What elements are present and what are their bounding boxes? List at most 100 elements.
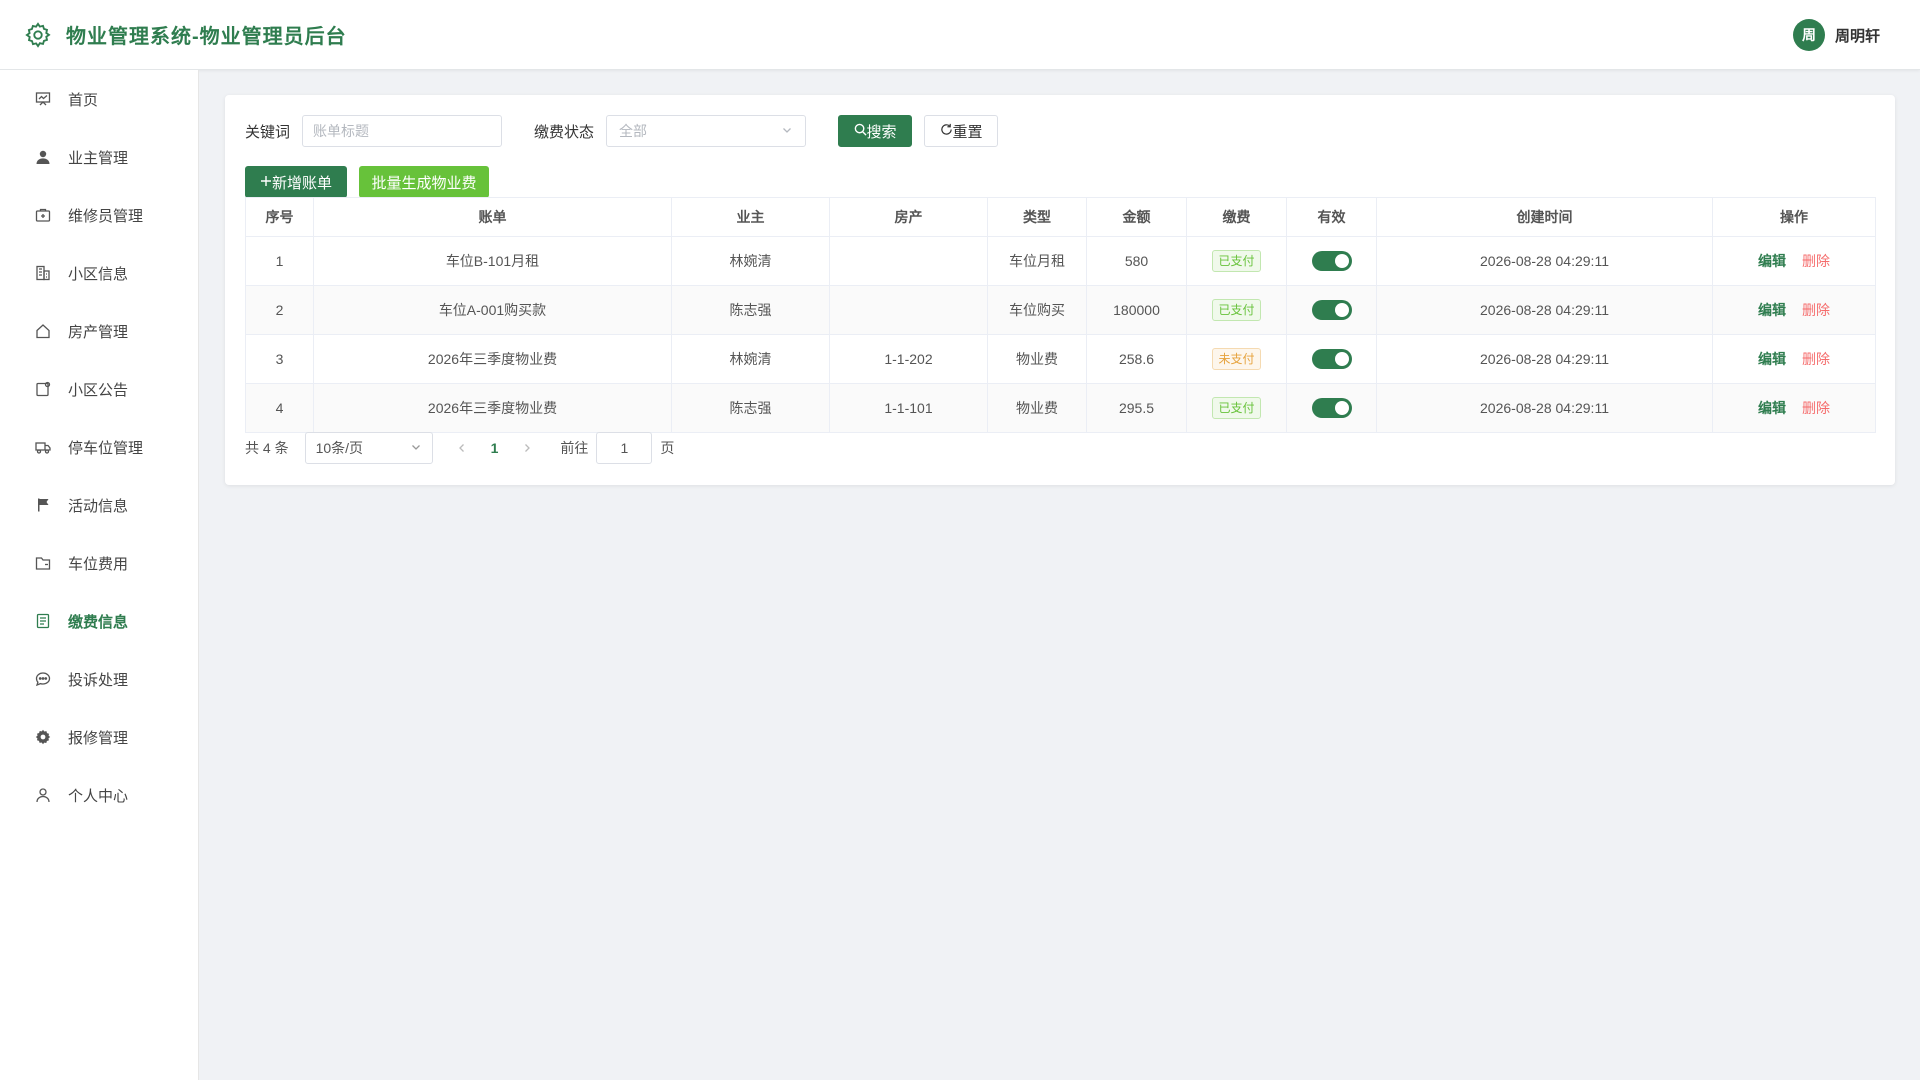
gear-icon <box>24 21 52 49</box>
truck-icon <box>34 438 52 456</box>
status-select[interactable]: 全部 <box>606 115 807 147</box>
edit-button[interactable]: 编辑 <box>1758 302 1786 318</box>
chat-icon <box>34 670 52 688</box>
delete-button[interactable]: 删除 <box>1802 302 1830 318</box>
sidebar-item-home[interactable]: 首页 <box>0 70 198 128</box>
cell-operation: 编辑 删除 <box>1712 383 1876 433</box>
cell-property: 1-1-202 <box>829 334 988 384</box>
page-number-current[interactable]: 1 <box>491 440 499 456</box>
sidebar-item-owners[interactable]: 业主管理 <box>0 128 198 186</box>
cell-type: 物业费 <box>987 334 1087 384</box>
page-size-select[interactable]: 10条/页 <box>304 432 433 464</box>
cell-amount: 258.6 <box>1086 334 1187 384</box>
batch-generate-button[interactable]: 批量生成物业费 <box>359 166 489 198</box>
sidebar-item-label: 首页 <box>68 91 99 109</box>
payment-list-card: 关键词 缴费状态 全部 搜索 重置 新增账单 批 <box>225 95 1895 485</box>
sidebar-item-label: 车位费用 <box>68 555 129 573</box>
valid-toggle[interactable] <box>1311 398 1352 418</box>
cell-operation: 编辑 删除 <box>1712 236 1876 286</box>
table-row: 4 2026年三季度物业费 陈志强 1-1-101 物业费 295.5 已支付 … <box>245 383 1876 433</box>
cell-index: 4 <box>245 383 314 433</box>
sidebar-item-label: 报修管理 <box>68 729 129 747</box>
cell-created: 2026-08-28 04:29:11 <box>1376 285 1713 335</box>
sidebar-item-parking[interactable]: 停车位管理 <box>0 418 198 476</box>
chevron-down-icon <box>410 440 422 456</box>
user-menu[interactable]: 周 周明轩 <box>1792 19 1880 51</box>
cell-bill: 车位A-001购买款 <box>313 285 672 335</box>
gear-icon <box>34 728 52 746</box>
sidebar-item-label: 投诉处理 <box>68 671 129 689</box>
bill-table: 序号 账单 业主 房产 类型 金额 缴费 有效 创建时间 操作 1 车位B-10… <box>245 197 1876 433</box>
status-badge: 已支付 <box>1212 397 1261 419</box>
delete-button[interactable]: 删除 <box>1802 253 1830 269</box>
folder-icon <box>34 554 52 572</box>
flag-icon <box>34 496 52 514</box>
top-header: 物业管理系统-物业管理员后台 周 周明轩 <box>0 0 1920 70</box>
cell-operation: 编辑 删除 <box>1712 285 1876 335</box>
refresh-icon <box>940 123 953 140</box>
next-page-button[interactable] <box>522 440 532 456</box>
goto-page-input[interactable] <box>596 432 653 464</box>
sidebar-item-label: 业主管理 <box>68 149 129 167</box>
dashboard-icon <box>34 90 52 108</box>
col-header-created: 创建时间 <box>1376 197 1713 237</box>
cell-owner: 林婉清 <box>671 236 830 286</box>
filter-bar: 关键词 缴费状态 全部 搜索 重置 <box>245 115 999 147</box>
sidebar-item-activity[interactable]: 活动信息 <box>0 476 198 534</box>
chevron-down-icon <box>781 123 793 139</box>
reset-button[interactable]: 重置 <box>924 115 999 147</box>
valid-toggle[interactable] <box>1311 349 1352 369</box>
cell-bill: 2026年三季度物业费 <box>313 383 672 433</box>
sidebar: 首页 业主管理 维修员管理 小区信息 房产管理 小区公告 停车位管理 活动信息 … <box>0 70 199 1080</box>
table-row: 3 2026年三季度物业费 林婉清 1-1-202 物业费 258.6 未支付 … <box>245 334 1876 384</box>
status-badge: 未支付 <box>1212 348 1261 370</box>
brand: 物业管理系统-物业管理员后台 <box>0 20 347 49</box>
cell-index: 3 <box>245 334 314 384</box>
cell-payment: 未支付 <box>1186 334 1287 384</box>
cell-type: 物业费 <box>987 383 1087 433</box>
sidebar-item-label: 个人中心 <box>68 787 129 805</box>
delete-button[interactable]: 删除 <box>1802 400 1830 416</box>
sidebar-item-profile[interactable]: 个人中心 <box>0 766 198 824</box>
edit-button[interactable]: 编辑 <box>1758 253 1786 269</box>
edit-button[interactable]: 编辑 <box>1758 351 1786 367</box>
sidebar-item-label: 缴费信息 <box>68 613 129 631</box>
cell-property <box>829 285 988 335</box>
prev-page-button[interactable] <box>457 440 467 456</box>
sidebar-item-label: 停车位管理 <box>68 439 144 457</box>
sidebar-item-payment[interactable]: 缴费信息 <box>0 592 198 650</box>
sidebar-item-property[interactable]: 房产管理 <box>0 302 198 360</box>
house-icon <box>34 322 52 340</box>
toolbox-icon <box>34 206 52 224</box>
valid-toggle[interactable] <box>1311 251 1352 271</box>
search-button[interactable]: 搜索 <box>838 115 913 147</box>
page-size-value: 10条/页 <box>315 440 364 456</box>
keyword-label: 关键词 <box>245 123 291 141</box>
col-header-payment: 缴费 <box>1186 197 1287 237</box>
edit-button[interactable]: 编辑 <box>1758 400 1786 416</box>
sidebar-item-notice[interactable]: 小区公告 <box>0 360 198 418</box>
sidebar-item-community[interactable]: 小区信息 <box>0 244 198 302</box>
user-name[interactable]: 周明轩 <box>1835 25 1880 46</box>
avatar[interactable]: 周 <box>1792 19 1825 51</box>
sidebar-item-complaint[interactable]: 投诉处理 <box>0 650 198 708</box>
status-badge: 已支付 <box>1212 299 1261 321</box>
sidebar-item-repairmen[interactable]: 维修员管理 <box>0 186 198 244</box>
sidebar-item-parking-fee[interactable]: 车位费用 <box>0 534 198 592</box>
col-header-type: 类型 <box>987 197 1087 237</box>
cell-bill: 2026年三季度物业费 <box>313 334 672 384</box>
cell-created: 2026-08-28 04:29:11 <box>1376 383 1713 433</box>
add-bill-button[interactable]: 新增账单 <box>245 166 347 198</box>
keyword-input[interactable] <box>302 115 503 147</box>
app-title: 物业管理系统-物业管理员后台 <box>66 26 347 48</box>
document-icon <box>34 612 52 630</box>
notice-icon <box>34 380 52 398</box>
action-bar: 新增账单 批量生成物业费 <box>245 166 489 198</box>
person-icon <box>34 786 52 804</box>
page-unit-label: 页 <box>660 440 675 456</box>
delete-button[interactable]: 删除 <box>1802 351 1830 367</box>
table-row: 1 车位B-101月租 林婉清 车位月租 580 已支付 2026-08-28 … <box>245 236 1876 286</box>
cell-property: 1-1-101 <box>829 383 988 433</box>
sidebar-item-repair[interactable]: 报修管理 <box>0 708 198 766</box>
valid-toggle[interactable] <box>1311 300 1352 320</box>
